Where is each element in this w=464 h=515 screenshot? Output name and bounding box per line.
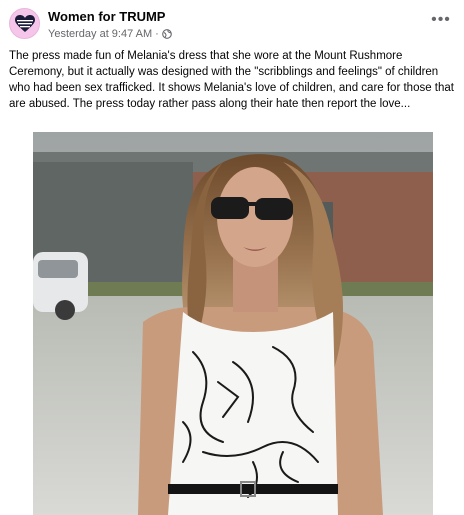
globe-icon[interactable] — [161, 29, 172, 39]
heart-flag-icon — [15, 15, 35, 32]
post-text: The press made fun of Melania's dress th… — [9, 50, 454, 110]
post-header: Women for TRUMP Yesterday at 9:47 AM · •… — [0, 0, 464, 44]
post-photo[interactable] — [33, 132, 433, 515]
page-avatar[interactable] — [9, 8, 40, 39]
facebook-post: Women for TRUMP Yesterday at 9:47 AM · •… — [0, 0, 464, 515]
photo-illustration — [33, 132, 433, 515]
page-name-link[interactable]: Women for TRUMP — [48, 9, 165, 24]
post-photo-container[interactable] — [0, 132, 464, 515]
post-meta: Yesterday at 9:47 AM · — [48, 28, 172, 40]
post-timestamp[interactable]: Yesterday at 9:47 AM — [48, 28, 152, 40]
meta-separator: · — [155, 28, 159, 40]
more-options-icon[interactable]: ••• — [430, 12, 452, 30]
